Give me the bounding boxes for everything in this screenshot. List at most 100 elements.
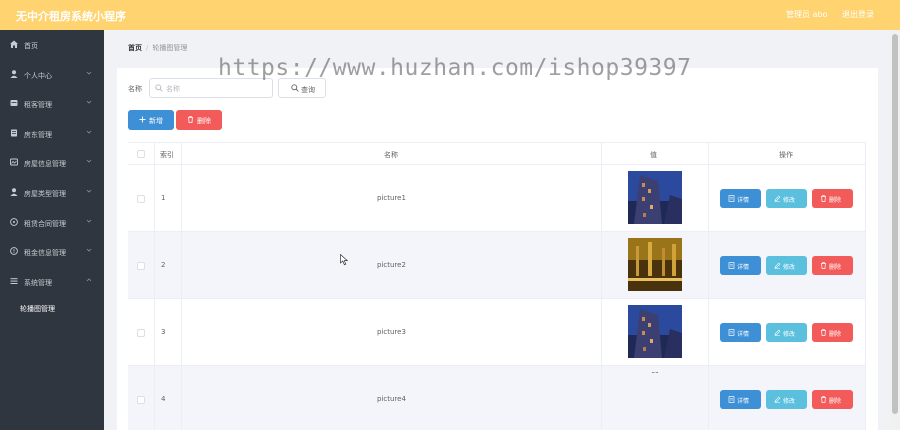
- sidebar-item-house-info[interactable]: 房屋信息管理: [0, 148, 104, 177]
- sidebar-subitem-carousel[interactable]: 轮播图管理: [0, 299, 104, 321]
- breadcrumb: 首页 / 轮播图管理: [128, 43, 187, 53]
- house-type-icon: [10, 188, 18, 196]
- chevron-up-icon: [86, 278, 92, 282]
- edit-button-label: 修改: [783, 398, 796, 405]
- tenant-icon: [10, 100, 18, 106]
- detail-button-label: 详情: [737, 398, 750, 405]
- search-label: 名称: [128, 85, 142, 93]
- edit-button[interactable]: 修改: [766, 256, 807, 275]
- sidebar-item-label: 房东管理: [24, 131, 52, 139]
- landlord-icon: [11, 129, 17, 137]
- detail-button-label: 详情: [737, 197, 750, 204]
- query-button[interactable]: 查询: [278, 78, 326, 98]
- home-icon: [10, 40, 18, 48]
- house-info-icon: [10, 158, 18, 166]
- sidebar-item-label: 房屋类型管理: [24, 190, 66, 198]
- logout-link[interactable]: 退出登录: [842, 9, 874, 20]
- detail-button[interactable]: 详情: [720, 256, 761, 275]
- document-icon: [728, 329, 735, 336]
- row-name: picture4: [377, 395, 406, 403]
- document-icon: [728, 195, 735, 202]
- picture-thumbnail: [628, 171, 682, 224]
- row-name: picture3: [377, 328, 406, 336]
- trash-icon: [821, 329, 826, 336]
- pencil-icon: [774, 262, 781, 269]
- table-row: 3 picture3 详情 修改 删除: [128, 299, 866, 366]
- detail-button[interactable]: 详情: [720, 189, 761, 208]
- delete-button[interactable]: 删除: [812, 256, 853, 275]
- column-header-actions: 操作: [779, 151, 793, 159]
- document-icon: [728, 396, 735, 403]
- row-index: 4: [161, 395, 166, 403]
- sidebar-item-profile[interactable]: 个人中心: [0, 60, 104, 89]
- delete-button[interactable]: 删除: [812, 189, 853, 208]
- detail-button[interactable]: 详情: [720, 390, 761, 409]
- sidebar-item-home[interactable]: 首页: [0, 30, 104, 59]
- search-icon: [155, 84, 163, 92]
- add-button[interactable]: 新增: [128, 110, 174, 130]
- rent-icon: [10, 247, 18, 255]
- edit-button[interactable]: 修改: [766, 189, 807, 208]
- sidebar-item-house-types[interactable]: 房屋类型管理: [0, 178, 104, 207]
- sidebar-item-label: 房屋信息管理: [24, 160, 66, 168]
- picture-thumbnail: [651, 372, 659, 373]
- select-all-checkbox[interactable]: [137, 150, 145, 158]
- scrollbar-thumb[interactable]: [892, 34, 898, 414]
- row-checkbox[interactable]: [137, 396, 145, 404]
- row-checkbox[interactable]: [137, 195, 145, 203]
- row-index: 3: [161, 328, 166, 336]
- detail-button[interactable]: 详情: [720, 323, 761, 342]
- trash-icon: [188, 116, 193, 123]
- trash-icon: [821, 262, 826, 269]
- detail-button-label: 详情: [737, 264, 750, 271]
- delete-button[interactable]: 删除: [812, 390, 853, 409]
- picture-thumbnail: [628, 305, 682, 358]
- sidebar: 首页 个人中心 租客管理 房东管理 房屋信息管理 房屋类型管理 租赁合同管理 租…: [0, 30, 104, 430]
- breadcrumb-separator: /: [146, 44, 149, 52]
- pencil-icon: [774, 195, 781, 202]
- search-input[interactable]: [166, 82, 266, 95]
- row-index: 1: [161, 194, 166, 202]
- row-checkbox[interactable]: [137, 262, 145, 270]
- column-header-value: 值: [650, 151, 657, 159]
- sidebar-item-system[interactable]: 系统管理: [0, 267, 104, 296]
- edit-button-label: 修改: [783, 197, 796, 204]
- page-scrollbar[interactable]: [890, 30, 900, 430]
- mouse-cursor-icon: [340, 254, 349, 266]
- row-checkbox[interactable]: [137, 329, 145, 337]
- column-divider: [154, 142, 155, 430]
- watermark: https://www.huzhan.com/ishop39397: [218, 55, 692, 81]
- chevron-down-icon: [86, 189, 92, 193]
- chevron-down-icon: [86, 100, 92, 104]
- search-icon: [291, 84, 299, 92]
- delete-button-label: 删除: [829, 331, 842, 338]
- breadcrumb-home[interactable]: 首页: [128, 44, 142, 52]
- query-button-label: 查询: [301, 86, 315, 94]
- system-icon: [10, 278, 18, 284]
- table-header: 索引 名称 值 操作: [128, 142, 866, 165]
- batch-delete-button[interactable]: 删除: [176, 110, 222, 130]
- sidebar-item-tenants[interactable]: 租客管理: [0, 89, 104, 118]
- batch-delete-button-label: 删除: [197, 117, 211, 125]
- contract-icon: [10, 218, 18, 226]
- chevron-down-icon: [86, 159, 92, 163]
- row-index: 2: [161, 261, 166, 269]
- sidebar-item-landlords[interactable]: 房东管理: [0, 119, 104, 148]
- delete-button[interactable]: 删除: [812, 323, 853, 342]
- edit-button[interactable]: 修改: [766, 323, 807, 342]
- pencil-icon: [774, 329, 781, 336]
- search-field[interactable]: [149, 78, 273, 98]
- sidebar-item-label: 租金信息管理: [24, 249, 66, 257]
- sidebar-item-rent[interactable]: 租金信息管理: [0, 237, 104, 266]
- table-row: 4 picture4 详情 修改 删除: [128, 366, 866, 430]
- document-icon: [728, 262, 735, 269]
- column-divider: [708, 142, 709, 430]
- app-title: 无中介租房系统小程序: [16, 10, 126, 23]
- edit-button[interactable]: 修改: [766, 390, 807, 409]
- sidebar-item-label: 首页: [24, 42, 38, 50]
- sidebar-item-contracts[interactable]: 租赁合同管理: [0, 208, 104, 237]
- chevron-down-icon: [86, 130, 92, 134]
- sidebar-item-label: 租赁合同管理: [24, 220, 66, 228]
- data-table: 索引 名称 值 操作 1 picture1 详情 修改 删除 2 picture…: [128, 142, 866, 430]
- sidebar-item-label: 个人中心: [24, 72, 52, 80]
